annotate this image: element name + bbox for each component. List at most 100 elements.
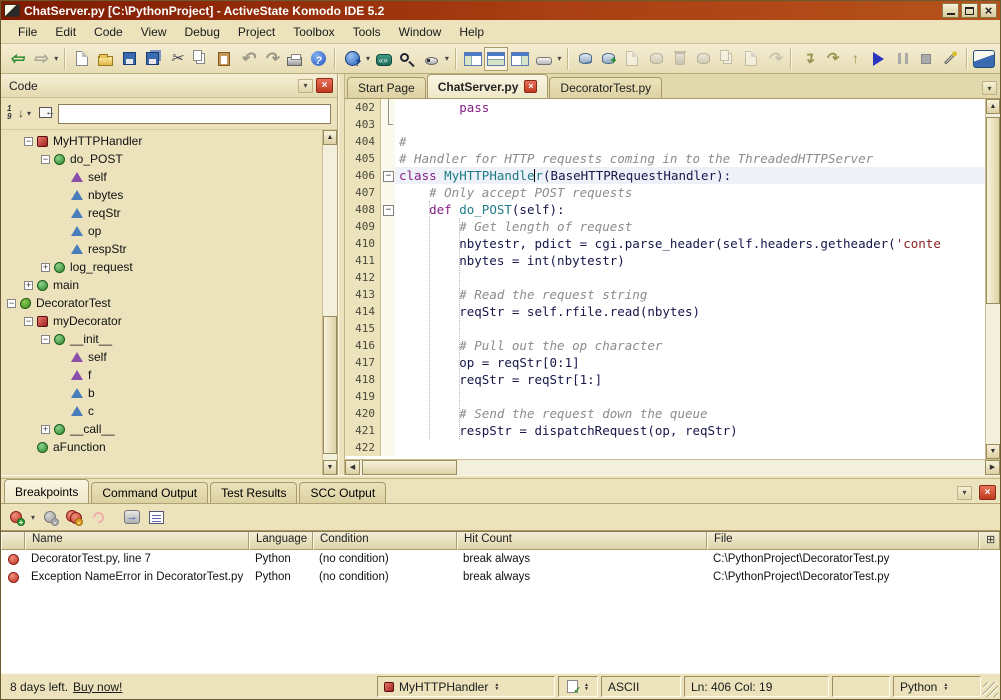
header-hit-count[interactable]: Hit Count [457, 532, 707, 550]
scc-revert-button[interactable] [668, 47, 692, 71]
scc-update-button[interactable] [692, 47, 716, 71]
tab-breakpoints[interactable]: Breakpoints [4, 479, 89, 503]
line-number[interactable]: 422 [345, 439, 381, 456]
line-number[interactable]: 421 [345, 422, 381, 439]
scc-push-button[interactable] [763, 47, 787, 71]
line-number[interactable]: 403 [345, 116, 381, 133]
expand-icon[interactable] [24, 281, 33, 290]
breakpoint-row[interactable]: Exception NameError in DecoratorTest.py … [1, 568, 1000, 586]
code-pane-dropdown[interactable] [298, 79, 313, 93]
macro-dropdown[interactable] [443, 54, 451, 63]
browser-preview-dropdown[interactable] [364, 54, 372, 63]
collapse-icon[interactable] [41, 155, 50, 164]
sort-order-button[interactable] [7, 105, 33, 123]
save-all-button[interactable] [141, 47, 165, 71]
tab-close-icon[interactable] [524, 80, 537, 93]
code-line[interactable]: 420 # Send the request down the queue [345, 405, 985, 422]
vertical-splitter[interactable] [338, 74, 345, 475]
menu-toolbox[interactable]: Toolbox [284, 22, 343, 42]
print-button[interactable] [283, 47, 307, 71]
header-language[interactable]: Language [249, 532, 313, 550]
code-line[interactable]: 419 [345, 388, 985, 405]
scroll-thumb[interactable] [362, 460, 457, 475]
open-file-button[interactable] [94, 47, 118, 71]
tree-item-call[interactable]: __call__ [1, 420, 322, 438]
debug-wand-button[interactable] [938, 47, 962, 71]
header-name[interactable]: Name [25, 532, 249, 550]
scroll-thumb[interactable] [986, 117, 1000, 304]
code-line[interactable]: 409 # Get length of request [345, 218, 985, 235]
line-number[interactable]: 405 [345, 150, 381, 167]
stop-button[interactable] [914, 47, 938, 71]
menu-edit[interactable]: Edit [46, 22, 85, 42]
buy-now-link[interactable]: Buy now! [73, 680, 122, 694]
find-button[interactable] [396, 47, 420, 71]
code-pane-close-button[interactable] [316, 78, 333, 93]
tree-item-do-post[interactable]: do_POST [1, 150, 322, 168]
line-number[interactable]: 420 [345, 405, 381, 422]
disable-breakpoint-button[interactable]: - [39, 507, 61, 527]
tree-item-nbytes[interactable]: nbytes [1, 186, 322, 204]
tree-item-init[interactable]: __init__ [1, 330, 322, 348]
tab-test-results[interactable]: Test Results [210, 482, 297, 503]
code-lines[interactable]: 402 pass403404#405# Handler for HTTP req… [345, 99, 985, 456]
spinner-icon[interactable] [943, 683, 948, 691]
tab-chatserver[interactable]: ChatServer.py [427, 74, 549, 98]
macro-record-button[interactable] [419, 47, 443, 71]
line-number[interactable]: 414 [345, 303, 381, 320]
editor-vscrollbar[interactable] [985, 99, 1000, 459]
code-line[interactable]: 421 respStr = dispatchRequest(op, reqStr… [345, 422, 985, 439]
menu-debug[interactable]: Debug [176, 22, 229, 42]
line-number[interactable]: 418 [345, 371, 381, 388]
tree-scrollbar[interactable] [322, 130, 337, 475]
current-symbol-segment[interactable]: MyHTTPHandler [377, 676, 555, 697]
help-button[interactable] [307, 47, 331, 71]
bottom-pane-dropdown[interactable] [957, 486, 972, 500]
step-into-button[interactable] [796, 47, 820, 71]
code-line[interactable]: 405# Handler for HTTP requests coming in… [345, 150, 985, 167]
tab-start-page[interactable]: Start Page [347, 77, 426, 98]
step-over-button[interactable] [820, 47, 844, 71]
line-number[interactable]: 413 [345, 286, 381, 303]
line-number[interactable]: 416 [345, 337, 381, 354]
scc-commit-button[interactable] [597, 47, 621, 71]
spinner-icon[interactable] [584, 683, 589, 691]
redo-button[interactable] [259, 47, 283, 71]
tree-item-self[interactable]: self [1, 168, 322, 186]
tree-item-log-request[interactable]: log_request [1, 258, 322, 276]
scc-checkout-button[interactable] [573, 47, 597, 71]
scroll-up-icon[interactable] [323, 130, 337, 145]
sort-dropdown[interactable] [25, 109, 33, 118]
tree-item-mydecorator[interactable]: myDecorator [1, 312, 322, 330]
code-editor[interactable]: 402 pass403404#405# Handler for HTTP req… [345, 99, 985, 459]
undo-button[interactable] [236, 47, 260, 71]
forward-dropdown[interactable] [52, 54, 60, 63]
tree-item-op[interactable]: op [1, 222, 322, 240]
code-line[interactable]: 404# [345, 133, 985, 150]
goto-source-button[interactable] [121, 507, 143, 527]
forward-button[interactable] [29, 47, 53, 71]
code-line[interactable]: 417 op = reqStr[0:1] [345, 354, 985, 371]
paste-button[interactable] [212, 47, 236, 71]
syntax-check-segment[interactable] [558, 676, 598, 697]
titlebar[interactable]: ChatServer.py [C:\PythonProject] - Activ… [1, 1, 1000, 20]
code-line[interactable]: 422 [345, 439, 985, 456]
tab-scc-output[interactable]: SCC Output [299, 482, 386, 503]
line-number[interactable]: 409 [345, 218, 381, 235]
breakpoint-properties-button[interactable] [145, 507, 167, 527]
tree-item-myhttphandler[interactable]: MyHTTPHandler [1, 132, 322, 150]
code-line[interactable]: 412 [345, 269, 985, 286]
scc-remove-button[interactable] [739, 47, 763, 71]
bottom-pane-close-button[interactable] [979, 485, 996, 500]
tree-item-afunction[interactable]: aFunction [1, 438, 322, 456]
tree-item-main[interactable]: main [1, 276, 322, 294]
minimize-button[interactable] [942, 3, 959, 18]
line-number[interactable]: 408 [345, 201, 381, 218]
comment-button[interactable] [372, 47, 396, 71]
tree-item-respstr[interactable]: respStr [1, 240, 322, 258]
menu-view[interactable]: View [132, 22, 176, 42]
language-segment[interactable]: Python [893, 676, 981, 697]
tree-item-reqstr[interactable]: reqStr [1, 204, 322, 222]
collapse-icon[interactable] [41, 335, 50, 344]
collapse-panes-button[interactable] [532, 47, 556, 71]
